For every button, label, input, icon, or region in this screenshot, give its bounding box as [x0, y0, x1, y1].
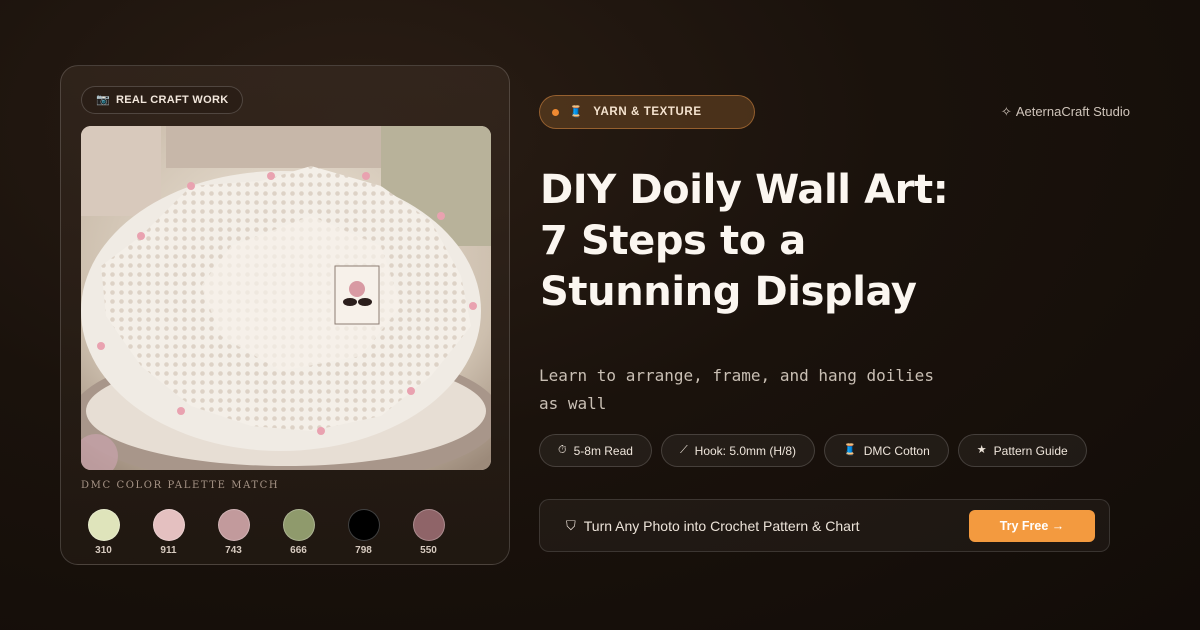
- swatch-911[interactable]: 911: [136, 509, 201, 556]
- yarn-spool-icon: 🧵: [843, 444, 857, 456]
- chip-label: 5-8m Read: [573, 443, 633, 458]
- swatch-code: 550: [420, 545, 437, 556]
- brand-name: AeternaCraft Studio: [1015, 104, 1130, 119]
- swatch-743[interactable]: 743: [201, 509, 266, 556]
- article-subtitle: Learn to arrange, frame, and hang doilie…: [539, 366, 934, 413]
- cta-text: Turn Any Photo into Crochet Pattern & Ch…: [583, 517, 860, 534]
- swatch-color: [412, 509, 445, 541]
- badge-label: REAL CRAFT WORK: [116, 94, 229, 106]
- camera-icon: 📷: [96, 93, 110, 106]
- try-free-button[interactable]: Try Free →: [969, 510, 1095, 542]
- chip-label: Hook: 5.0mm (H/8): [694, 443, 797, 458]
- cta-banner: ⛉ Turn Any Photo into Crochet Pattern & …: [539, 499, 1110, 552]
- yarn-spool-icon: 🧵: [569, 105, 584, 118]
- color-swatch-list: 310 911 743 666 798 550: [71, 509, 461, 556]
- meta-chips: ⏱ 5-8m Read ⟋ Hook: 5.0mm (H/8) 🧵 DMC Co…: [539, 434, 1087, 467]
- swatch-code: 911: [160, 545, 177, 556]
- swatch-code: 798: [355, 545, 372, 556]
- shield-icon: ⛉: [566, 518, 576, 533]
- chip-pattern-guide[interactable]: ★ Pattern Guide: [957, 434, 1087, 467]
- swatch-code: 743: [225, 545, 242, 556]
- swatch-798[interactable]: 798: [331, 509, 396, 556]
- chip-label: Pattern Guide: [993, 443, 1068, 458]
- swatch-color: [217, 509, 250, 541]
- chip-read-time[interactable]: ⏱ 5-8m Read: [539, 434, 652, 467]
- swatch-666[interactable]: 666: [266, 509, 331, 556]
- real-craft-work-badge: 📷 REAL CRAFT WORK: [81, 86, 244, 114]
- sparkle-icon: ✧: [1000, 104, 1012, 119]
- swatch-310[interactable]: 310: [71, 509, 136, 556]
- showcase-card: 📷 REAL CRAFT WORK DMC COLOR PALETTE MATC…: [60, 65, 510, 565]
- swatch-color: [282, 509, 315, 541]
- swatch-color: [87, 509, 120, 541]
- brand[interactable]: ✧ AeternaCraft Studio: [1001, 104, 1130, 119]
- swatch-550[interactable]: 550: [396, 509, 461, 556]
- article-title: DIY Doily Wall Art: 7 Steps to a Stunnin…: [540, 167, 949, 315]
- swatch-color: [347, 509, 380, 541]
- crochet-hook-icon: ⟋: [679, 444, 688, 456]
- swatch-code: 310: [95, 545, 112, 556]
- doily-photo: [81, 126, 491, 470]
- chip-yarn[interactable]: 🧵 DMC Cotton: [824, 434, 949, 467]
- swatch-color: [152, 509, 185, 541]
- category-tag[interactable]: 🧵 YARN & TEXTURE: [539, 95, 755, 129]
- palette-title: DMC COLOR PALETTE MATCH: [81, 480, 280, 491]
- category-tag-label: YARN & TEXTURE: [593, 106, 702, 118]
- star-icon: ★: [976, 444, 987, 456]
- chip-hook-size[interactable]: ⟋ Hook: 5.0mm (H/8): [660, 434, 816, 467]
- swatch-code: 666: [290, 545, 307, 556]
- cta-text-group: ⛉ Turn Any Photo into Crochet Pattern & …: [566, 500, 860, 551]
- status-dot: [552, 108, 559, 116]
- stopwatch-icon: ⏱: [558, 444, 567, 456]
- chip-label: DMC Cotton: [863, 443, 930, 458]
